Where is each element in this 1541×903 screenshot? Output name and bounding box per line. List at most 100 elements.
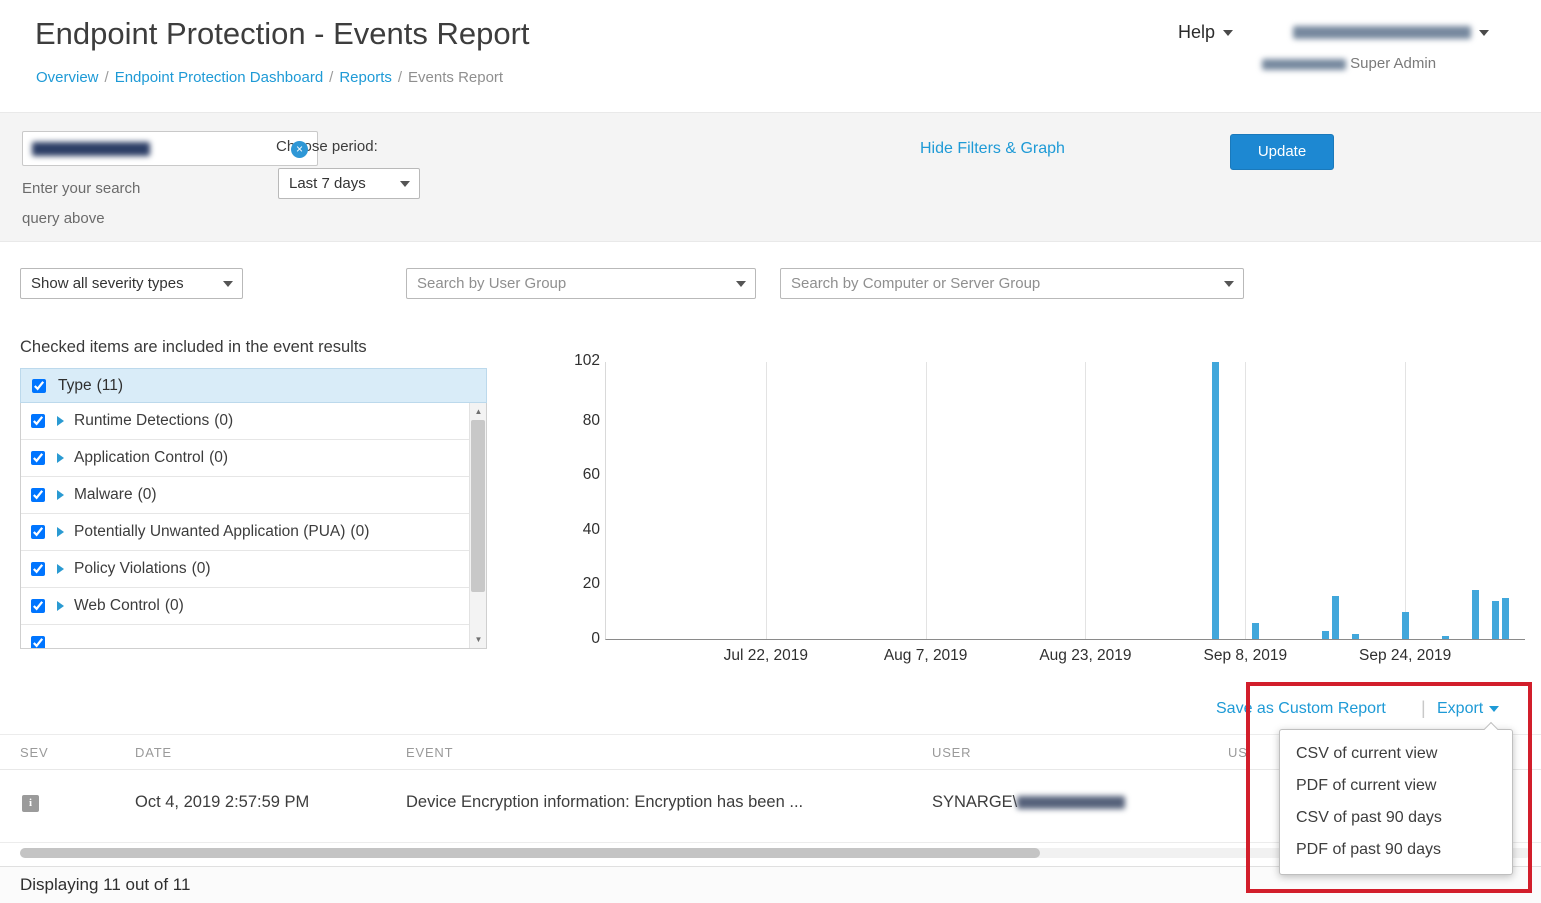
filter-panel: Choose period: × Last 7 days Enter your … [0, 112, 1541, 242]
breadcrumb-current: Events Report [408, 69, 503, 86]
page-title: Endpoint Protection - Events Report [35, 16, 530, 52]
export-label: Export [1437, 700, 1483, 717]
expand-arrow-icon[interactable] [57, 527, 64, 537]
expand-arrow-icon[interactable] [57, 453, 64, 463]
user-group-placeholder: Search by User Group [417, 275, 566, 292]
type-group-count: (11) [97, 377, 123, 395]
breadcrumb-overview[interactable]: Overview [36, 69, 99, 86]
chevron-down-icon [1479, 30, 1489, 36]
list-item: Policy Violations(0) [21, 551, 486, 588]
scroll-down-icon[interactable]: ▼ [470, 631, 487, 648]
x-axis-tick: Jul 22, 2019 [724, 647, 808, 665]
item-label: Web Control [74, 597, 160, 615]
item-checkbox[interactable] [31, 636, 45, 649]
help-menu[interactable]: Help [1178, 22, 1233, 43]
chevron-down-icon [1223, 30, 1233, 36]
chart-bar [1212, 362, 1219, 639]
info-severity-icon: i [22, 795, 39, 812]
item-checkbox[interactable] [31, 562, 45, 576]
scrollbar-thumb[interactable] [471, 420, 485, 592]
user-domain: SYNARGE\ [932, 793, 1017, 811]
expand-arrow-icon[interactable] [57, 601, 64, 611]
clear-search-icon[interactable]: × [291, 141, 308, 158]
list-item: Application Control(0) [21, 440, 486, 477]
result-count: Displaying 11 out of 11 [20, 875, 190, 895]
list-item: Runtime Detections(0) [21, 403, 486, 440]
breadcrumb-reports[interactable]: Reports [339, 69, 392, 86]
user-name-redacted [1017, 796, 1125, 809]
account-role: Super Admin [1262, 55, 1436, 72]
item-checkbox[interactable] [31, 414, 45, 428]
column-header-user: USER [932, 735, 971, 771]
expand-arrow-icon[interactable] [57, 564, 64, 574]
y-axis-tick: 20 [556, 575, 600, 593]
y-axis-tick: 40 [556, 521, 600, 539]
item-checkbox[interactable] [31, 488, 45, 502]
scrollbar-thumb[interactable] [20, 848, 1040, 858]
save-custom-report-link[interactable]: Save as Custom Report [1216, 700, 1386, 718]
menu-item-csv-current[interactable]: CSV of current view [1280, 738, 1512, 770]
events-report-page: Endpoint Protection - Events Report Over… [0, 0, 1541, 903]
computer-group-select[interactable]: Search by Computer or Server Group [780, 268, 1244, 299]
x-axis-tick: Sep 8, 2019 [1204, 647, 1288, 665]
column-header-user-group: US [1228, 735, 1248, 771]
x-axis-tick: Aug 23, 2019 [1039, 647, 1131, 665]
list-item: Web Control(0) [21, 588, 486, 625]
period-select[interactable]: Last 7 days [278, 168, 420, 199]
gridline [1085, 362, 1086, 639]
chevron-down-icon [223, 281, 233, 287]
list-item-partial [21, 625, 486, 649]
vertical-scrollbar[interactable]: ▲ ▼ [469, 403, 486, 648]
search-value-redacted [32, 142, 150, 156]
item-count: (0) [192, 560, 211, 578]
list-item: Potentially Unwanted Application (PUA)(0… [21, 514, 486, 551]
type-group-label: Type [58, 377, 92, 395]
chevron-down-icon [1224, 281, 1234, 287]
update-button[interactable]: Update [1230, 134, 1334, 170]
chart-bar [1502, 598, 1509, 639]
chevron-down-icon [1489, 706, 1499, 712]
event-user-cell: SYNARGE\ [932, 793, 1125, 812]
item-checkbox[interactable] [31, 525, 45, 539]
item-checkbox[interactable] [31, 451, 45, 465]
list-item: Malware(0) [21, 477, 486, 514]
export-link[interactable]: Export [1437, 700, 1499, 718]
column-header-date: DATE [135, 735, 172, 771]
export-menu: CSV of current view PDF of current view … [1279, 729, 1513, 875]
gridline [1405, 362, 1406, 639]
period-value: Last 7 days [289, 175, 366, 192]
event-type-panel: Type (11) Runtime Detections(0) Applicat… [20, 368, 487, 649]
type-group-checkbox[interactable] [32, 379, 46, 393]
account-menu[interactable] [1293, 24, 1489, 42]
menu-item-pdf-90days[interactable]: PDF of past 90 days [1280, 834, 1512, 866]
item-count: (0) [214, 412, 233, 430]
event-description-cell: Device Encryption information: Encryptio… [406, 793, 803, 812]
chart-bar [1442, 636, 1449, 639]
menu-item-csv-90days[interactable]: CSV of past 90 days [1280, 802, 1512, 834]
gridline [1245, 362, 1246, 639]
scroll-up-icon[interactable]: ▲ [470, 403, 487, 420]
type-group-header[interactable]: Type (11) [20, 368, 487, 403]
severity-filter-select[interactable]: Show all severity types [20, 268, 243, 299]
account-role-label: Super Admin [1350, 55, 1436, 72]
menu-notch [1484, 722, 1498, 736]
breadcrumb-endpoint-dashboard[interactable]: Endpoint Protection Dashboard [115, 69, 323, 86]
breadcrumb-separator: / [329, 69, 333, 86]
search-input[interactable] [22, 131, 318, 166]
y-axis-tick: 80 [556, 412, 600, 430]
column-header-event: EVENT [406, 735, 453, 771]
menu-item-pdf-current[interactable]: PDF of current view [1280, 770, 1512, 802]
x-axis-tick: Sep 24, 2019 [1359, 647, 1451, 665]
item-checkbox[interactable] [31, 599, 45, 613]
chevron-down-icon [736, 281, 746, 287]
hide-filters-graph-link[interactable]: Hide Filters & Graph [920, 140, 1065, 158]
chevron-down-icon [400, 181, 410, 187]
y-axis-tick: 60 [556, 466, 600, 484]
chart-bar [1332, 596, 1339, 639]
item-count: (0) [209, 449, 228, 467]
gridline [926, 362, 927, 639]
breadcrumb: Overview/Endpoint Protection Dashboard/R… [36, 69, 503, 86]
user-group-select[interactable]: Search by User Group [406, 268, 756, 299]
expand-arrow-icon[interactable] [57, 416, 64, 426]
expand-arrow-icon[interactable] [57, 490, 64, 500]
